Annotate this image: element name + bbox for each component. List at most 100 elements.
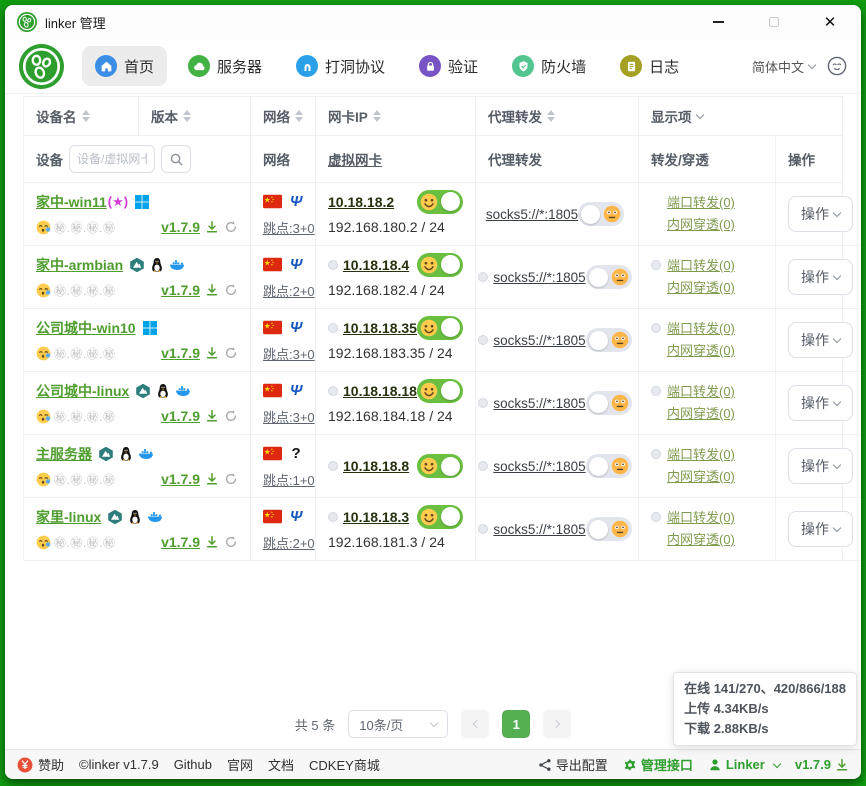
nic-toggle[interactable]	[417, 454, 463, 478]
tab-servers[interactable]: 服务器	[175, 46, 275, 86]
action-dropdown-button[interactable]: 操作	[788, 322, 853, 358]
header-device-name[interactable]: 设备名	[24, 97, 139, 136]
nic-toggle[interactable]	[417, 253, 463, 277]
header2-vnic[interactable]: 虚拟网卡	[316, 136, 476, 183]
proxy-toggle[interactable]	[586, 517, 632, 541]
download-icon[interactable]	[205, 220, 219, 234]
proxy-toggle[interactable]	[586, 454, 632, 478]
page-size-select[interactable]: 10条/页	[348, 710, 448, 738]
tab-verify[interactable]: 验证	[406, 46, 491, 86]
action-dropdown-button[interactable]: 操作	[788, 448, 853, 484]
proxy-toggle[interactable]	[586, 328, 632, 352]
sort-icon[interactable]	[373, 110, 381, 122]
proxy-link[interactable]: socks5://*:1805	[493, 270, 585, 285]
proxy-link[interactable]: socks5://*:1805	[493, 522, 585, 537]
proxy-toggle[interactable]	[578, 202, 624, 226]
proxy-link[interactable]: socks5://*:1805	[486, 207, 578, 222]
action-dropdown-button[interactable]: 操作	[788, 385, 853, 421]
port-forward-link[interactable]: 端口转发(0)	[667, 507, 763, 529]
search-button[interactable]	[161, 145, 191, 173]
device-name-link[interactable]: 公司城中-win10	[36, 318, 136, 338]
device-name-link[interactable]: 家中-armbian	[36, 255, 123, 275]
penetrate-link[interactable]: 内网穿透(0)	[667, 340, 763, 362]
port-forward-link[interactable]: 端口转发(0)	[667, 255, 763, 277]
maximize-button[interactable]	[759, 9, 789, 35]
download-icon[interactable]	[205, 283, 219, 297]
sponsor-link[interactable]: 赞助	[17, 755, 64, 774]
action-dropdown-button[interactable]: 操作	[788, 511, 853, 547]
header-network[interactable]: 网络	[251, 97, 316, 136]
github-link[interactable]: Github	[174, 757, 212, 772]
nic-toggle[interactable]	[417, 316, 463, 340]
theme-toggle-icon[interactable]	[827, 56, 847, 76]
virtual-ip-link[interactable]: 10.18.18.2	[328, 194, 394, 210]
nic-toggle[interactable]	[417, 379, 463, 403]
tab-home[interactable]: 首页	[82, 46, 167, 86]
minimize-button[interactable]	[703, 9, 733, 35]
refresh-icon[interactable]	[224, 535, 238, 549]
penetrate-link[interactable]: 内网穿透(0)	[667, 466, 763, 488]
brand-logo-icon[interactable]	[19, 44, 64, 89]
download-icon[interactable]	[205, 409, 219, 423]
refresh-icon[interactable]	[224, 346, 238, 360]
device-name-link[interactable]: 家里-linux	[36, 507, 101, 527]
account-menu[interactable]: Linker	[708, 757, 780, 772]
hops-link[interactable]: 跳点:3+0	[263, 218, 315, 237]
proxy-link[interactable]: socks5://*:1805	[493, 333, 585, 348]
download-icon[interactable]	[205, 472, 219, 486]
header-proxy[interactable]: 代理转发	[476, 97, 639, 136]
sort-icon[interactable]	[547, 110, 555, 122]
proxy-toggle[interactable]	[586, 391, 632, 415]
nic-toggle[interactable]	[417, 190, 463, 214]
tab-tunnel-protocol[interactable]: 打洞协议	[283, 46, 398, 86]
docs-link[interactable]: 文档	[268, 755, 294, 774]
port-forward-link[interactable]: 端口转发(0)	[667, 192, 763, 214]
refresh-icon[interactable]	[224, 283, 238, 297]
refresh-icon[interactable]	[224, 472, 238, 486]
virtual-ip-link[interactable]: 10.18.18.8	[343, 458, 409, 474]
export-config-button[interactable]: 导出配置	[538, 755, 608, 774]
tab-firewall[interactable]: 防火墙	[499, 46, 599, 86]
current-page-button[interactable]: 1	[502, 710, 530, 738]
sort-icon[interactable]	[82, 110, 90, 122]
hops-link[interactable]: 跳点:1+0	[263, 470, 315, 489]
sort-icon[interactable]	[183, 110, 191, 122]
action-dropdown-button[interactable]: 操作	[788, 259, 853, 295]
app-version[interactable]: v1.7.9	[795, 757, 849, 772]
hops-link[interactable]: 跳点:2+0	[263, 533, 315, 552]
close-button[interactable]: ✕	[815, 9, 845, 35]
hops-link[interactable]: 跳点:3+0	[263, 344, 315, 363]
manage-api-button[interactable]: 管理接口	[623, 755, 693, 774]
prev-page-button[interactable]	[461, 710, 489, 738]
version-link[interactable]: v1.7.9	[161, 534, 200, 550]
virtual-ip-link[interactable]: 10.18.18.18	[343, 383, 417, 399]
virtual-ip-link[interactable]: 10.18.18.3	[343, 509, 409, 525]
proxy-link[interactable]: socks5://*:1805	[493, 396, 585, 411]
language-selector[interactable]: 简体中文	[752, 57, 815, 76]
sort-icon[interactable]	[295, 110, 303, 122]
refresh-icon[interactable]	[224, 220, 238, 234]
penetrate-link[interactable]: 内网穿透(0)	[667, 214, 763, 236]
proxy-toggle[interactable]	[586, 265, 632, 289]
hops-link[interactable]: 跳点:2+0	[263, 281, 315, 300]
action-dropdown-button[interactable]: 操作	[788, 196, 853, 232]
version-link[interactable]: v1.7.9	[161, 408, 200, 424]
website-link[interactable]: 官网	[227, 755, 253, 774]
refresh-icon[interactable]	[224, 409, 238, 423]
penetrate-link[interactable]: 内网穿透(0)	[667, 529, 763, 551]
nic-toggle[interactable]	[417, 505, 463, 529]
virtual-ip-link[interactable]: 10.18.18.4	[343, 257, 409, 273]
device-name-link[interactable]: 主服务器	[36, 444, 92, 464]
device-name-link[interactable]: 家中-win11	[36, 192, 107, 212]
header-nic-ip[interactable]: 网卡IP	[316, 97, 476, 136]
hops-link[interactable]: 跳点:3+0	[263, 407, 315, 426]
search-input[interactable]	[69, 145, 155, 173]
version-link[interactable]: v1.7.9	[161, 219, 200, 235]
penetrate-link[interactable]: 内网穿透(0)	[667, 277, 763, 299]
next-page-button[interactable]	[543, 710, 571, 738]
device-name-link[interactable]: 公司城中-linux	[36, 381, 129, 401]
penetrate-link[interactable]: 内网穿透(0)	[667, 403, 763, 425]
version-link[interactable]: v1.7.9	[161, 345, 200, 361]
header-display-options[interactable]: 显示项	[639, 97, 842, 136]
proxy-link[interactable]: socks5://*:1805	[493, 459, 585, 474]
